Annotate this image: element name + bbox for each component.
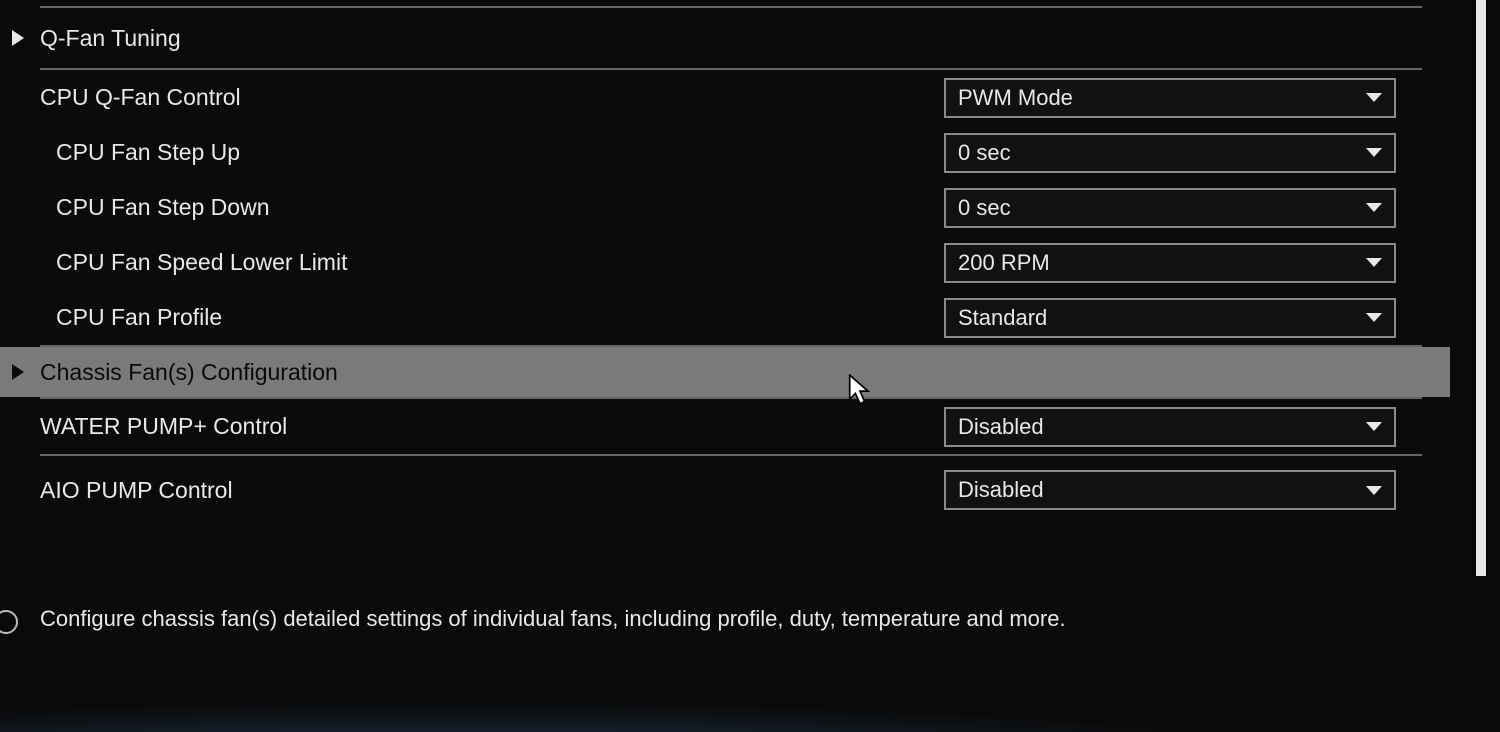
caret-down-icon	[1366, 258, 1382, 267]
chevron-right-icon	[12, 30, 24, 46]
help-text-area: Configure chassis fan(s) detailed settin…	[0, 592, 1500, 646]
aio-pump-control-dropdown[interactable]: Disabled	[944, 470, 1396, 510]
water-pump-control-row: WATER PUMP+ Control Disabled	[0, 399, 1450, 454]
dropdown-value: Disabled	[958, 414, 1366, 440]
caret-down-icon	[1366, 148, 1382, 157]
dropdown-value: PWM Mode	[958, 85, 1366, 111]
cpu-fan-profile-dropdown[interactable]: Standard	[944, 298, 1396, 338]
aio-pump-control-label: AIO PUMP Control	[40, 477, 944, 504]
cpu-qfan-control-dropdown[interactable]: PWM Mode	[944, 78, 1396, 118]
dropdown-value: Standard	[958, 305, 1366, 331]
dropdown-value: 0 sec	[958, 140, 1366, 166]
decorative-glow	[0, 690, 1500, 732]
caret-down-icon	[1366, 422, 1382, 431]
chassis-fan-config-submenu[interactable]: Chassis Fan(s) Configuration	[0, 347, 1450, 397]
chassis-fan-config-label: Chassis Fan(s) Configuration	[40, 359, 1450, 386]
cpu-fan-step-down-label: CPU Fan Step Down	[40, 194, 944, 221]
qfan-tuning-submenu[interactable]: Q-Fan Tuning	[0, 8, 1450, 68]
dropdown-value: Disabled	[958, 477, 1366, 503]
caret-down-icon	[1366, 486, 1382, 495]
cpu-fan-speed-lower-limit-dropdown[interactable]: 200 RPM	[944, 243, 1396, 283]
cpu-fan-step-up-row: CPU Fan Step Up 0 sec	[0, 125, 1450, 180]
water-pump-control-dropdown[interactable]: Disabled	[944, 407, 1396, 447]
settings-panel: Q-Fan Tuning CPU Q-Fan Control PWM Mode …	[0, 0, 1470, 580]
help-text: Configure chassis fan(s) detailed settin…	[40, 606, 1066, 631]
dropdown-value: 0 sec	[958, 195, 1366, 221]
water-pump-control-label: WATER PUMP+ Control	[40, 413, 944, 440]
aio-pump-control-row: AIO PUMP Control Disabled	[0, 456, 1450, 524]
cpu-fan-speed-lower-limit-row: CPU Fan Speed Lower Limit 200 RPM	[0, 235, 1450, 290]
cpu-fan-profile-row: CPU Fan Profile Standard	[0, 290, 1450, 345]
chevron-right-icon	[12, 364, 24, 380]
dropdown-value: 200 RPM	[958, 250, 1366, 276]
cpu-fan-step-down-row: CPU Fan Step Down 0 sec	[0, 180, 1450, 235]
cpu-qfan-control-row: CPU Q-Fan Control PWM Mode	[0, 70, 1450, 125]
scrollbar[interactable]	[1476, 0, 1486, 576]
qfan-tuning-label: Q-Fan Tuning	[40, 25, 1450, 52]
cpu-fan-step-down-dropdown[interactable]: 0 sec	[944, 188, 1396, 228]
cpu-qfan-control-label: CPU Q-Fan Control	[40, 84, 944, 111]
cpu-fan-step-up-label: CPU Fan Step Up	[40, 139, 944, 166]
cpu-fan-speed-lower-limit-label: CPU Fan Speed Lower Limit	[40, 249, 944, 276]
caret-down-icon	[1366, 313, 1382, 322]
cpu-fan-step-up-dropdown[interactable]: 0 sec	[944, 133, 1396, 173]
cpu-fan-profile-label: CPU Fan Profile	[40, 304, 944, 331]
caret-down-icon	[1366, 93, 1382, 102]
caret-down-icon	[1366, 203, 1382, 212]
